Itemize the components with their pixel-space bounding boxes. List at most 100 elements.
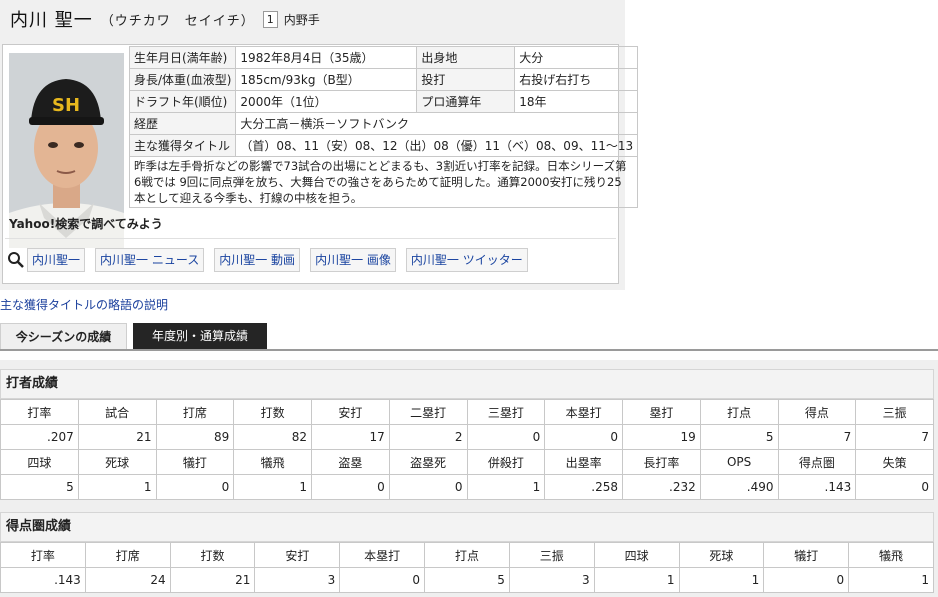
draft-value: 2000年（1位）: [235, 90, 418, 113]
svg-text:SH: SH: [52, 95, 80, 116]
batting-value-cell: 5: [0, 474, 79, 500]
batting-header-cell: 三塁打: [466, 399, 546, 425]
throwbat-value: 右投げ右打ち: [514, 68, 639, 91]
batting-header-cell: 出塁率: [544, 449, 623, 475]
search-keyword-video[interactable]: 内川聖一 動画: [214, 248, 301, 272]
batting-header-cell: 二塁打: [388, 399, 468, 425]
player-position: 内野手: [283, 12, 320, 27]
batting-header-cell: 打率: [0, 399, 79, 425]
profile-table: 生年月日(満年齢) 1982年8月4日（35歳） 出身地 大分 身長/体重(血液…: [128, 46, 639, 208]
batting-value-cell: .207: [0, 424, 79, 450]
batting-value-cell: 0: [466, 424, 546, 450]
uniform-number: 1: [262, 10, 278, 28]
batting-header-cell: 失策: [855, 449, 934, 475]
risp-title: 得点圏成績: [0, 512, 934, 542]
batting-value-row-1: .207 21 89 82 17 2 0 0 19 5 7 7: [0, 424, 934, 450]
batting-header-cell: 死球: [77, 449, 157, 475]
risp-table: 打率 打席 打数 安打 本塁打 打点 三振 四球 死球 犠打 犠飛 .143 2…: [0, 542, 934, 593]
risp-header-cell: 三振: [508, 542, 595, 568]
risp-header-cell: 犠打: [763, 542, 850, 568]
risp-value-row: .143 24 21 3 0 5 3 1 1 0 1: [0, 567, 934, 593]
risp-value-cell: 21: [169, 567, 256, 593]
batting-header-cell: 打席: [155, 399, 235, 425]
stats-section: 打者成績 打率 試合 打席 打数 安打 二塁打 三塁打 本塁打 塁打 打点 得点…: [0, 360, 938, 597]
yahoo-search-row: 内川聖一 内川聖一 ニュース 内川聖一 動画 内川聖一 画像 内川聖一 ツイッタ…: [7, 248, 538, 272]
title-abbreviation-link[interactable]: 主な獲得タイトルの略語の説明: [0, 296, 168, 313]
batting-value-cell: 19: [622, 424, 701, 450]
batting-value-cell: .232: [622, 474, 701, 500]
draft-label: ドラフト年(順位): [128, 90, 237, 113]
search-keyword-name[interactable]: 内川聖一: [27, 248, 86, 272]
batting-header-cell: 盗塁: [311, 449, 390, 475]
search-keyword-news[interactable]: 内川聖一 ニュース: [95, 248, 205, 272]
years-value: 18年: [514, 90, 639, 113]
risp-value-cell: 1: [678, 567, 765, 593]
player-header: 内川 聖一 （ウチカワ セイイチ） 1 内野手: [10, 6, 320, 32]
batting-value-cell: .143: [777, 474, 857, 500]
years-label: プロ通算年: [416, 90, 516, 113]
throwbat-label: 投打: [416, 68, 516, 91]
tab-yearly-stats[interactable]: 年度別・通算成績: [133, 323, 267, 349]
batting-header-cell: 打点: [699, 399, 779, 425]
batting-value-row-2: 5 1 0 1 0 0 1 .258 .232 .490 .143 0: [0, 474, 934, 500]
batting-value-cell: 0: [855, 474, 934, 500]
profile-info-box: SH 生年月日(満年齢) 1982年8月4日（35歳） 出身地 大分 身長/体重…: [2, 44, 639, 284]
risp-value-cell: 3: [254, 567, 341, 593]
birth-value: 1982年8月4日（35歳）: [235, 46, 418, 69]
risp-value-cell: .143: [0, 567, 86, 593]
batting-header-cell: 安打: [311, 399, 390, 425]
body-value: 185cm/93kg（B型）: [235, 68, 418, 91]
batting-header-row-2: 四球 死球 犠打 犠飛 盗塁 盗塁死 併殺打 出塁率 長打率 OPS 得点圏 失…: [0, 449, 934, 475]
risp-header-row: 打率 打席 打数 安打 本塁打 打点 三振 四球 死球 犠打 犠飛: [0, 542, 934, 568]
divider: [5, 238, 616, 239]
batting-value-cell: 89: [155, 424, 235, 450]
batting-value-cell: 0: [155, 474, 235, 500]
risp-header-cell: 本塁打: [339, 542, 426, 568]
player-kana: （ウチカワ セイイチ）: [100, 13, 255, 29]
batting-value-cell: 17: [311, 424, 390, 450]
batting-value-cell: 1: [233, 474, 312, 500]
risp-header-cell: 打数: [169, 542, 256, 568]
search-keyword-image[interactable]: 内川聖一 画像: [310, 248, 396, 272]
batting-value-cell: 21: [77, 424, 157, 450]
batting-value-cell: 5: [699, 424, 779, 450]
batting-value-cell: 0: [544, 424, 623, 450]
batting-header-cell: 打数: [233, 399, 312, 425]
batting-value-cell: 82: [233, 424, 312, 450]
risp-header-cell: 四球: [593, 542, 680, 568]
hometown-value: 大分: [514, 46, 639, 69]
career-value: 大分工高－横浜－ソフトバンク: [235, 112, 639, 135]
batting-header-cell: 試合: [77, 399, 157, 425]
batting-header-cell: 本塁打: [544, 399, 623, 425]
search-icon: [8, 252, 24, 268]
batting-value-cell: 1: [466, 474, 546, 500]
player-description: 昨季は左手骨折などの影響で73試合の出場にとどまるも、3割近い打率を記録。日本シ…: [128, 156, 639, 208]
batting-value-cell: 0: [311, 474, 390, 500]
batting-header-cell: 塁打: [622, 399, 701, 425]
career-label: 経歴: [128, 112, 237, 135]
batting-table: 打率 試合 打席 打数 安打 二塁打 三塁打 本塁打 塁打 打点 得点 三振 .…: [0, 399, 934, 500]
batting-value-cell: .490: [699, 474, 779, 500]
risp-value-cell: 1: [593, 567, 680, 593]
tab-underline: [0, 349, 938, 351]
hometown-label: 出身地: [416, 46, 516, 69]
risp-header-cell: 犠飛: [848, 542, 934, 568]
batting-header-cell: 三振: [855, 399, 934, 425]
search-keyword-twitter[interactable]: 内川聖一 ツイッター: [405, 248, 528, 272]
batting-value-cell: .258: [544, 474, 623, 500]
risp-header-cell: 打席: [84, 542, 171, 568]
batting-header-cell: 得点: [777, 399, 857, 425]
batting-header-cell: 犠飛: [233, 449, 312, 475]
risp-value-cell: 5: [424, 567, 510, 593]
body-label: 身長/体重(血液型): [128, 68, 237, 91]
tab-this-season[interactable]: 今シーズンの成績: [0, 323, 127, 349]
batting-header-cell: 四球: [0, 449, 79, 475]
risp-header-cell: 安打: [254, 542, 341, 568]
batting-value-cell: 2: [388, 424, 468, 450]
batting-header-cell: 犠打: [155, 449, 235, 475]
batting-value-cell: 0: [388, 474, 468, 500]
batting-title: 打者成績: [0, 369, 934, 399]
batting-value-cell: 7: [855, 424, 934, 450]
player-name: 内川 聖一: [10, 10, 93, 31]
batting-header-row-1: 打率 試合 打席 打数 安打 二塁打 三塁打 本塁打 塁打 打点 得点 三振: [0, 399, 934, 425]
